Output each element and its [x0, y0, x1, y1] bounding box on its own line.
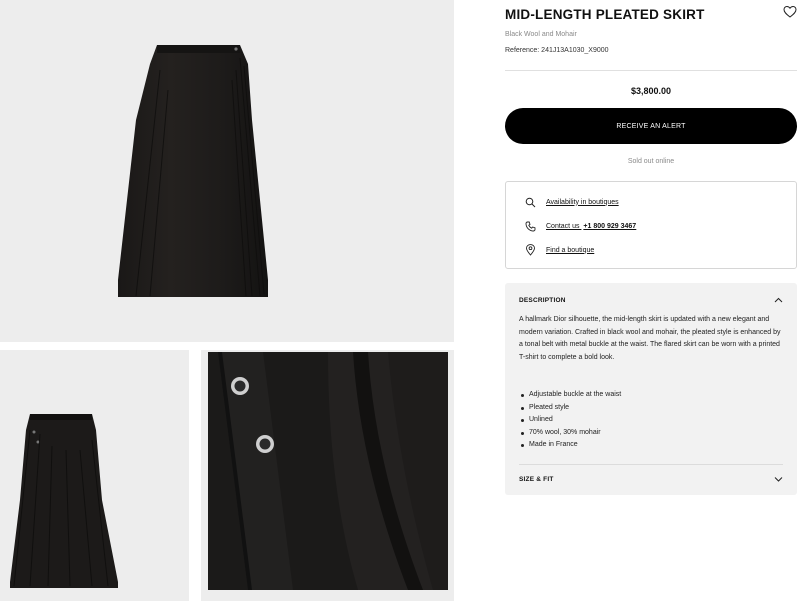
phone-icon	[524, 220, 536, 232]
thumbnail-buckle-detail[interactable]	[201, 350, 454, 601]
feature-item: 70% wool, 30% mohair	[519, 427, 785, 440]
feature-item: Adjustable buckle at the waist	[519, 389, 785, 402]
fabric-detail-photo	[208, 352, 448, 590]
feature-item: Made in France	[519, 439, 785, 452]
size-fit-heading: SIZE & FIT	[519, 475, 554, 483]
contact-us-link[interactable]: Contact us +1 800 929 3467	[524, 219, 636, 233]
availability-label[interactable]: Availability in boutiques	[546, 199, 619, 206]
availability-status: Sold out online	[627, 158, 675, 165]
divider	[519, 464, 783, 465]
description-heading: DESCRIPTION	[519, 296, 566, 304]
find-boutique-link[interactable]: Find a boutique	[524, 243, 594, 257]
services-box: Availability in boutiques Contact us +1 …	[505, 181, 797, 269]
product-reference: Reference: 241J13A1030_X9000	[505, 47, 609, 54]
size-fit-toggle[interactable]: SIZE & FIT	[519, 473, 783, 485]
availability-in-boutiques-link[interactable]: Availability in boutiques	[524, 195, 619, 209]
description-panel: DESCRIPTION A hallmark Dior silhouette, …	[505, 283, 797, 495]
feature-item: Pleated style	[519, 402, 785, 415]
description-toggle[interactable]: DESCRIPTION	[519, 294, 783, 306]
thumbnail-side-view[interactable]	[0, 350, 189, 601]
feature-list: Adjustable buckle at the waist Pleated s…	[519, 389, 785, 452]
heart-icon[interactable]	[783, 5, 797, 19]
main-product-image[interactable]	[0, 0, 454, 342]
search-icon	[524, 196, 536, 208]
receive-alert-button[interactable]: RECEIVE AN ALERT	[505, 108, 797, 144]
divider	[505, 70, 797, 71]
product-title: MID-LENGTH PLEATED SKIRT	[505, 7, 705, 22]
skirt-side-photo	[10, 414, 118, 588]
skirt-front-photo	[118, 45, 268, 297]
chevron-up-icon	[774, 297, 783, 303]
contact-label[interactable]: Contact us +1 800 929 3467	[546, 223, 636, 230]
product-price: $3,800.00	[630, 86, 672, 96]
product-material: Black Wool and Mohair	[505, 31, 577, 38]
map-pin-icon	[524, 244, 536, 256]
description-text: A hallmark Dior silhouette, the mid-leng…	[519, 316, 781, 361]
feature-item: Unlined	[519, 414, 785, 427]
contact-prefix: Contact us	[546, 222, 582, 230]
chevron-down-icon	[774, 476, 783, 482]
contact-phone[interactable]: +1 800 929 3467	[583, 223, 636, 230]
find-boutique-label[interactable]: Find a boutique	[546, 247, 594, 254]
